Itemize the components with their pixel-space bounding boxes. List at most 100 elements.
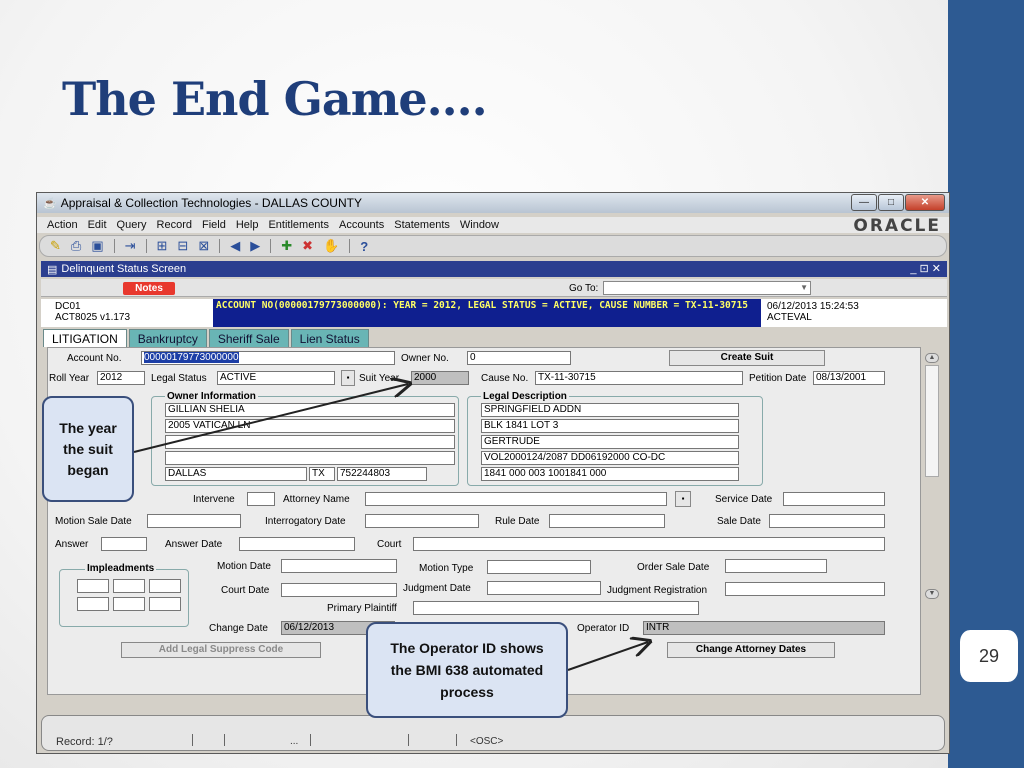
chevron-down-icon[interactable]: ▼ <box>800 283 808 292</box>
exit-icon[interactable]: ⇥ <box>125 238 136 254</box>
query-cancel-icon[interactable]: ⊠ <box>198 238 209 254</box>
query-execute-icon[interactable]: ⊟ <box>177 238 188 254</box>
impleadment-cell[interactable] <box>77 579 109 593</box>
impleadment-cell[interactable] <box>77 597 109 611</box>
primary-plaintiff-label: Primary Plaintiff <box>327 603 397 614</box>
order-sale-date-field[interactable] <box>725 559 827 573</box>
add-legal-suppress-button[interactable]: Add Legal Suppress Code <box>121 642 321 658</box>
owner-state-field[interactable]: TX <box>309 467 335 481</box>
save-icon[interactable]: ▣ <box>91 238 103 254</box>
order-sale-date-label: Order Sale Date <box>637 562 710 573</box>
legal-line-4[interactable]: VOL2000124/2087 DD06192000 CO-DC <box>481 451 739 465</box>
legal-line-1[interactable]: SPRINGFIELD ADDN <box>481 403 739 417</box>
tab-sheriff-sale[interactable]: Sheriff Sale <box>208 329 289 347</box>
impleadment-cell[interactable] <box>149 579 181 593</box>
motion-date-field[interactable] <box>281 559 397 573</box>
menu-help[interactable]: Help <box>236 219 259 231</box>
operator-id-field[interactable]: INTR <box>643 621 885 635</box>
primary-plaintiff-field[interactable] <box>413 601 699 615</box>
interrogatory-date-field[interactable] <box>365 514 479 528</box>
legal-line-5[interactable]: 1841 000 003 1001841 000 <box>481 467 739 481</box>
legal-status-lov-button[interactable]: ▪ <box>341 370 355 386</box>
menu-window[interactable]: Window <box>460 219 499 231</box>
sale-date-field[interactable] <box>769 514 885 528</box>
owner-no-field[interactable]: 0 <box>467 351 571 365</box>
tab-lien-status[interactable]: Lien Status <box>290 329 369 347</box>
answer-label: Answer <box>55 539 89 550</box>
toolbar-separator <box>270 239 272 253</box>
roll-year-field[interactable]: 2012 <box>97 371 145 385</box>
info-code: DC01 <box>55 301 81 312</box>
form-scrollbar[interactable]: ▲ ▼ <box>925 353 941 603</box>
motion-type-field[interactable] <box>487 560 591 574</box>
delete-record-icon[interactable]: ✖ <box>302 238 313 254</box>
menu-entitlements[interactable]: Entitlements <box>268 219 329 231</box>
answer-date-field[interactable] <box>239 537 355 551</box>
owner-zip-field[interactable]: 752244803 <box>337 467 427 481</box>
toolbar: ✎ ⎙ ▣ ⇥ ⊞ ⊟ ⊠ ◀ ▶ ✚ ✖ ✋ ? <box>39 235 947 257</box>
open-folder-icon[interactable]: ✎ <box>50 238 61 254</box>
info-version: ACT8025 v1.173 <box>55 312 131 323</box>
help-icon[interactable]: ? <box>360 239 368 254</box>
judgment-date-field[interactable] <box>487 581 601 595</box>
menu-query[interactable]: Query <box>117 219 147 231</box>
attorney-lov-button[interactable]: ▪ <box>675 491 691 507</box>
legal-line-2[interactable]: BLK 1841 LOT 3 <box>481 419 739 433</box>
legal-status-field[interactable]: ACTIVE <box>217 371 335 385</box>
menu-action[interactable]: Action <box>47 219 78 231</box>
toolbar-separator <box>219 239 221 253</box>
query-enter-icon[interactable]: ⊞ <box>157 238 168 254</box>
goto-select[interactable]: ▼ <box>603 281 811 295</box>
maximize-button[interactable]: □ <box>878 194 904 211</box>
impleadment-cell[interactable] <box>113 579 145 593</box>
tab-litigation[interactable]: LITIGATION <box>43 329 127 347</box>
account-no-field[interactable]: 00000179773000000 <box>141 351 395 365</box>
account-info-row: DC01 ACT8025 v1.173 ACCOUNT NO(000001797… <box>41 299 947 327</box>
previous-record-icon[interactable]: ◀ <box>230 238 240 254</box>
interrogatory-date-label: Interrogatory Date <box>265 516 346 527</box>
judgment-registration-label: Judgment Registration <box>607 585 708 596</box>
service-date-field[interactable] <box>783 492 885 506</box>
rule-date-field[interactable] <box>549 514 665 528</box>
close-button[interactable]: ✕ <box>905 194 945 211</box>
intervene-field[interactable] <box>247 492 275 506</box>
scroll-track[interactable] <box>925 365 939 477</box>
petition-date-field[interactable]: 08/13/2001 <box>813 371 885 385</box>
status-bar: Record: 1/? ... <OSC> <box>41 715 945 751</box>
notes-button[interactable]: Notes <box>123 282 175 295</box>
subwindow-controls[interactable]: _ ⊡ ✕ <box>910 262 941 275</box>
owner-line-2[interactable]: 2005 VATICAN LN <box>165 419 455 433</box>
menu-edit[interactable]: Edit <box>88 219 107 231</box>
owner-line-4[interactable] <box>165 451 455 465</box>
judgment-registration-field[interactable] <box>725 582 885 596</box>
insert-record-icon[interactable]: ✚ <box>281 238 292 254</box>
cause-no-field[interactable]: TX-11-30715 <box>535 371 743 385</box>
owner-line-3[interactable] <box>165 435 455 449</box>
court-field[interactable] <box>413 537 885 551</box>
suit-year-field[interactable]: 2000 <box>411 371 469 385</box>
motion-type-label: Motion Type <box>419 563 474 574</box>
minimize-button[interactable]: — <box>851 194 877 211</box>
tab-bankruptcy[interactable]: Bankruptcy <box>128 329 207 347</box>
attorney-name-field[interactable] <box>365 492 667 506</box>
lock-record-icon[interactable]: ✋ <box>323 238 339 254</box>
owner-line-1[interactable]: GILLIAN SHELIA <box>165 403 455 417</box>
menu-statements[interactable]: Statements <box>394 219 450 231</box>
court-date-field[interactable] <box>281 583 397 597</box>
menu-field[interactable]: Field <box>202 219 226 231</box>
change-attorney-dates-button[interactable]: Change Attorney Dates <box>667 642 835 658</box>
menu-record[interactable]: Record <box>157 219 192 231</box>
motion-sale-date-field[interactable] <box>147 514 241 528</box>
impleadment-cell[interactable] <box>113 597 145 611</box>
next-record-icon[interactable]: ▶ <box>250 238 260 254</box>
create-suit-button[interactable]: Create Suit <box>669 350 825 366</box>
impleadment-cell[interactable] <box>149 597 181 611</box>
owner-city-field[interactable]: DALLAS <box>165 467 307 481</box>
scroll-down-icon[interactable]: ▼ <box>925 589 939 599</box>
info-datetime: 06/12/2013 15:24:53 <box>767 301 859 312</box>
scroll-up-icon[interactable]: ▲ <box>925 353 939 363</box>
menu-accounts[interactable]: Accounts <box>339 219 384 231</box>
legal-line-3[interactable]: GERTRUDE <box>481 435 739 449</box>
answer-field[interactable] <box>101 537 147 551</box>
print-icon[interactable]: ⎙ <box>71 238 81 254</box>
